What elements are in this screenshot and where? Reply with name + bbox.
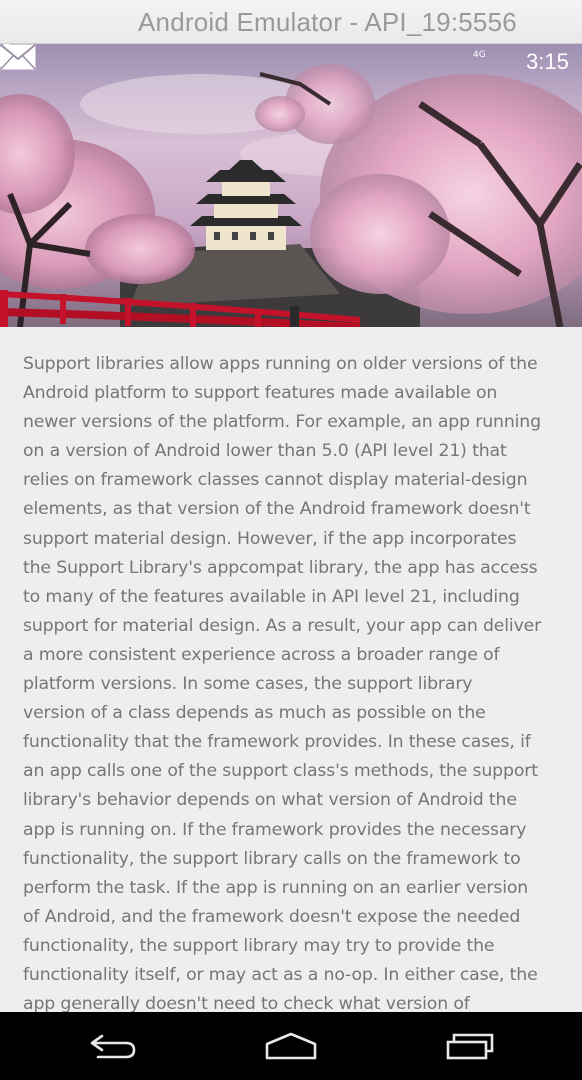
cherry-blossom-castle-photo xyxy=(0,44,582,327)
home-button[interactable] xyxy=(251,1026,331,1066)
article-text: Support libraries allow apps running on … xyxy=(23,354,542,1012)
navigation-bar xyxy=(0,1012,582,1080)
recents-icon xyxy=(446,1033,494,1060)
back-icon xyxy=(90,1034,136,1059)
recents-button[interactable] xyxy=(430,1026,510,1066)
back-button[interactable] xyxy=(73,1026,153,1066)
hero-image: 4G 3:15 xyxy=(0,44,582,327)
mail-icon[interactable] xyxy=(0,44,36,70)
emulator-title-bar: Android Emulator - API_19:5556 xyxy=(0,0,582,44)
status-bar: 4G 3:15 xyxy=(0,44,582,80)
home-icon xyxy=(265,1032,317,1060)
window-title: Android Emulator - API_19:5556 xyxy=(138,7,517,37)
status-time: 3:15 xyxy=(526,49,569,74)
device-screen: 4G 3:15 Support libraries allow apps run… xyxy=(0,44,582,1012)
network-type: 4G xyxy=(473,50,486,60)
